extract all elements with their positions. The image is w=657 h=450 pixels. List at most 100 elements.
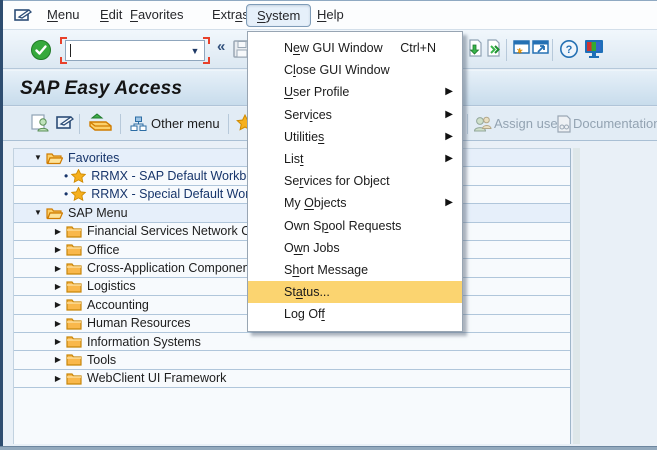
folder-icon: [66, 225, 82, 238]
assign-users-icon: [473, 115, 492, 132]
menu-item-log-off[interactable]: Log Off: [248, 303, 462, 325]
menu-shortcut: Ctrl+N: [400, 41, 436, 55]
menubar-item-help[interactable]: Help: [313, 1, 348, 29]
page-title: SAP Easy Access: [20, 78, 182, 100]
menubar-item-edit[interactable]: Edit: [96, 1, 126, 29]
menu-item-utilities[interactable]: Utilities▶: [248, 126, 462, 148]
folder-icon: [66, 243, 82, 256]
menu-item-label: Utilities: [284, 130, 324, 144]
triangle-right-icon[interactable]: ▶: [53, 337, 63, 346]
enter-button[interactable]: [30, 39, 52, 61]
menu-item-user-profile[interactable]: User Profile▶: [248, 81, 462, 103]
triangle-right-icon[interactable]: ▶: [53, 374, 63, 383]
last-page-button[interactable]: [485, 39, 502, 59]
tree-item-label: Cross-Application Components: [87, 261, 259, 275]
menu-item-short-message[interactable]: Short Message: [248, 259, 462, 281]
menu-item-label: Services: [284, 108, 332, 122]
other-menu-button[interactable]: Other menu: [151, 107, 220, 141]
menu-item-new-gui-window[interactable]: New GUI Window Ctrl+N: [248, 37, 462, 59]
triangle-right-icon[interactable]: ▶: [53, 319, 63, 328]
submenu-arrow-icon: ▶: [445, 153, 453, 164]
window-frame-bottom: [0, 446, 657, 450]
menu-item-list[interactable]: List ▶: [248, 148, 462, 170]
next-page-button[interactable]: [467, 39, 484, 59]
bullet-icon: •: [64, 169, 68, 183]
submenu-arrow-icon: ▶: [445, 197, 453, 208]
menu-item-services-for-object[interactable]: Services for Object: [248, 170, 462, 192]
menu-item-label: Services for Object: [284, 174, 390, 188]
tree-item[interactable]: ▶ Information Systems: [14, 333, 570, 351]
tree-item-label: WebClient UI Framework: [87, 371, 226, 385]
collapse-command-field-icon[interactable]: «: [217, 38, 225, 55]
toolbar-separator: [467, 114, 468, 134]
menu-item-label: Own Spool Requests: [284, 219, 401, 233]
new-session-button[interactable]: [512, 39, 531, 57]
svg-text:?: ?: [566, 44, 573, 56]
menubar-item-favorites[interactable]: Favorites: [126, 1, 187, 29]
tree-item-label: Favorites: [68, 151, 119, 165]
tree-scrollbar[interactable]: [573, 148, 580, 444]
help-button[interactable]: ?: [559, 39, 579, 59]
menubar-item-menu[interactable]: Menu: [43, 1, 84, 29]
user-menu-button[interactable]: [31, 114, 50, 132]
menu-item-label: Own Jobs: [284, 241, 340, 255]
tree-item-label: SAP Menu: [68, 206, 128, 220]
system-menu: New GUI Window Ctrl+N Close GUI Window User…: [247, 31, 463, 332]
tree-item-label: Financial Services Network Conn: [87, 224, 271, 238]
tree-item-label: Information Systems: [87, 335, 201, 349]
toolbar-separator: [79, 114, 80, 134]
tree-item[interactable]: ▶Tools: [14, 351, 570, 369]
menu-item-label: My Objects: [284, 196, 347, 210]
menubar-item-system[interactable]: System: [246, 4, 311, 27]
tree-item[interactable]: ▶ WebClient UI Framework: [14, 370, 570, 388]
text-caret: [70, 44, 71, 57]
menu-item-own-jobs[interactable]: Own Jobs: [248, 237, 462, 259]
submenu-arrow-icon: ▶: [445, 86, 453, 97]
triangle-down-icon[interactable]: ▼: [33, 208, 43, 217]
documentation-button[interactable]: Documentation: [556, 107, 657, 141]
triangle-right-icon[interactable]: ▶: [53, 355, 63, 364]
other-menu-icon[interactable]: [130, 116, 147, 132]
menu-item-my-objects[interactable]: My Objects ▶: [248, 192, 462, 214]
customize-layout-button[interactable]: [583, 39, 605, 59]
command-box-edit-icon[interactable]: [14, 8, 32, 22]
open-folder-icon: [46, 151, 63, 165]
tree-item-label: RRMX - SAP Default Workbook: [91, 169, 266, 183]
tree-item-label: Accounting: [87, 298, 149, 312]
tree-item-label: Office: [87, 243, 119, 257]
triangle-right-icon[interactable]: ▶: [53, 282, 63, 291]
menu-item-services[interactable]: Services▶: [248, 104, 462, 126]
triangle-right-icon[interactable]: ▶: [53, 264, 63, 273]
menu-item-own-spool-requests[interactable]: Own Spool Requests: [248, 215, 462, 237]
toolbar-separator: [228, 114, 229, 134]
folder-icon: [66, 335, 82, 348]
folder-icon: [66, 372, 82, 385]
business-workplace-button[interactable]: [88, 112, 114, 132]
create-shortcut-button[interactable]: [531, 39, 550, 57]
open-folder-icon: [46, 206, 63, 220]
sap-menu-button[interactable]: [56, 114, 74, 130]
documentation-icon: [556, 115, 572, 133]
tree-item-label: Logistics: [87, 279, 136, 293]
combobox-dropdown-icon[interactable]: ▼: [186, 41, 204, 60]
folder-icon: [66, 280, 82, 293]
menu-item-label: Status...: [284, 285, 330, 299]
command-field[interactable]: ▼: [65, 40, 205, 61]
menu-item-label: List: [284, 152, 303, 166]
tree-item-label: Human Resources: [87, 316, 191, 330]
menu-bar: MenuEditFavoritesExtrasSystemHelp: [3, 1, 657, 30]
triangle-right-icon[interactable]: ▶: [53, 245, 63, 254]
folder-icon: [66, 353, 82, 366]
triangle-down-icon[interactable]: ▼: [33, 153, 43, 162]
menu-item-close-gui-window[interactable]: Close GUI Window: [248, 59, 462, 81]
menu-item-label: Close GUI Window: [284, 63, 390, 77]
menu-item-status[interactable]: Status...: [248, 281, 462, 303]
star-icon: [71, 169, 86, 183]
menu-item-label: Log Off: [284, 307, 325, 321]
folder-icon: [66, 262, 82, 275]
menu-item-label: New GUI Window: [284, 41, 383, 55]
command-field-wrap: ▼: [62, 39, 208, 62]
folder-icon: [66, 298, 82, 311]
triangle-right-icon[interactable]: ▶: [53, 227, 63, 236]
triangle-right-icon[interactable]: ▶: [53, 300, 63, 309]
